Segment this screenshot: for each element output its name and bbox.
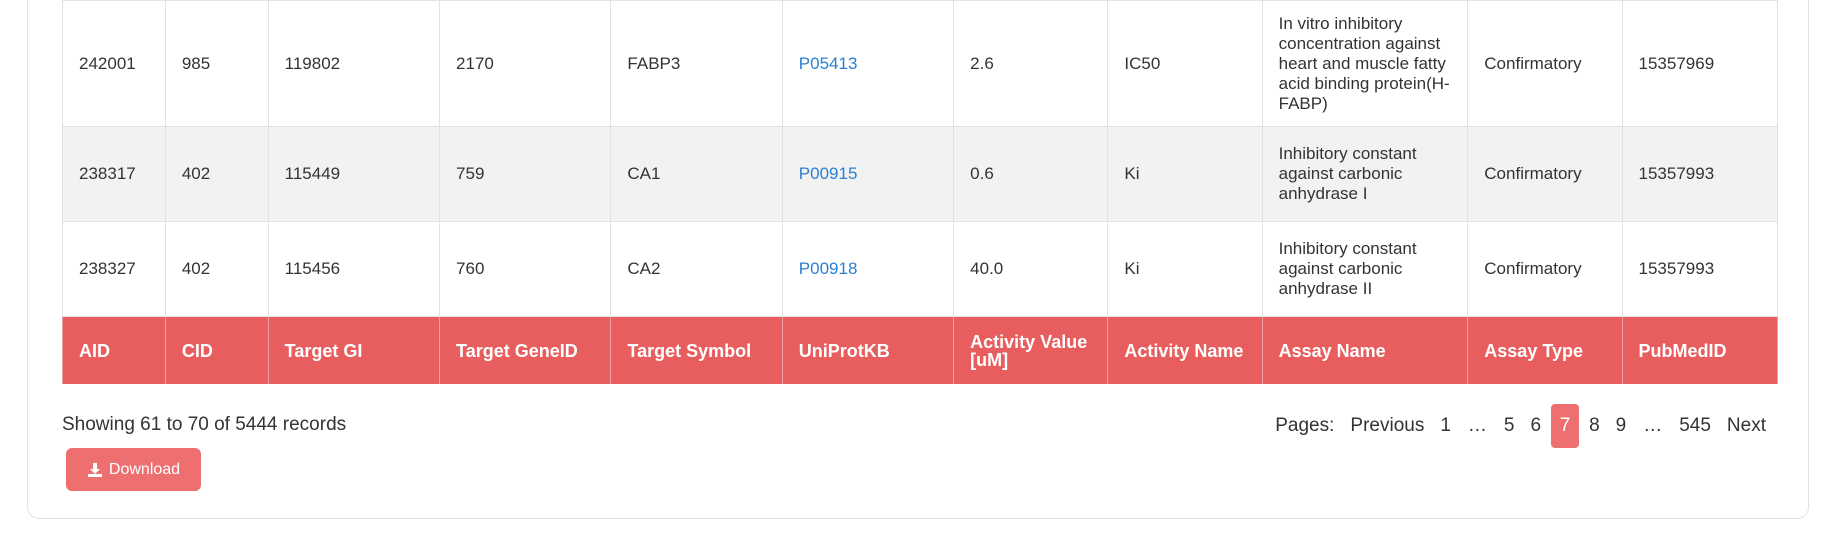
page-button[interactable]: 545 <box>1671 404 1719 448</box>
cell-assay-name: Inhibitory constant against carbonic anh… <box>1261 126 1469 222</box>
table-row: 242001 985 119802 2170 FABP3 P05413 2.6 … <box>62 0 1779 127</box>
uniprot-link[interactable]: P00918 <box>799 259 858 278</box>
cell-target-symbol: CA1 <box>610 126 783 222</box>
column-header-target-symbol[interactable]: Target Symbol <box>610 316 783 384</box>
column-header-aid[interactable]: AID <box>62 316 166 384</box>
cell-pubmed: 15357969 <box>1621 0 1779 127</box>
cell-target-geneid: 760 <box>439 221 612 317</box>
page-button[interactable]: 1 <box>1432 404 1459 448</box>
cell-uniprot: P00918 <box>781 221 955 317</box>
cell-activity-name: Ki <box>1107 221 1263 317</box>
column-header-cid[interactable]: CID <box>164 316 269 384</box>
cell-target-gi: 115449 <box>267 126 441 222</box>
cell-cid: 985 <box>164 0 269 127</box>
current-page-button[interactable]: 7 <box>1551 404 1580 448</box>
cell-target-symbol: FABP3 <box>610 0 783 127</box>
page-button[interactable]: 5 <box>1496 404 1523 448</box>
cell-assay-name: Inhibitory constant against carbonic anh… <box>1261 221 1469 317</box>
column-header-pubmed[interactable]: PubMedID <box>1621 316 1779 384</box>
page-button[interactable]: 9 <box>1608 404 1635 448</box>
next-page-button[interactable]: Next <box>1719 404 1774 448</box>
cell-assay-name: In vitro inhibitory concentration agains… <box>1261 0 1469 127</box>
column-header-uniprot[interactable]: UniProtKB <box>781 316 955 384</box>
download-button[interactable]: Download <box>66 448 201 491</box>
cell-target-gi: 119802 <box>267 0 441 127</box>
column-header-target-geneid[interactable]: Target GeneID <box>439 316 612 384</box>
cell-activity-value: 0.6 <box>953 126 1109 222</box>
records-info: Showing 61 to 70 of 5444 records <box>62 414 347 435</box>
uniprot-link[interactable]: P00915 <box>799 164 858 183</box>
cell-uniprot: P05413 <box>781 0 955 127</box>
page-button[interactable]: 6 <box>1522 404 1549 448</box>
cell-assay-type: Confirmatory <box>1467 0 1623 127</box>
previous-page-button[interactable]: Previous <box>1342 404 1432 448</box>
results-table: 242001 985 119802 2170 FABP3 P05413 2.6 … <box>62 0 1779 384</box>
cell-target-geneid: 2170 <box>439 0 612 127</box>
uniprot-link[interactable]: P05413 <box>799 54 858 73</box>
pagination-ellipsis: … <box>1643 415 1663 436</box>
cell-target-symbol: CA2 <box>610 221 783 317</box>
column-header-activity-name[interactable]: Activity Name <box>1107 316 1263 384</box>
pagination-label: Pages: <box>1275 415 1335 436</box>
download-icon <box>87 462 102 477</box>
cell-assay-type: Confirmatory <box>1467 126 1623 222</box>
column-header-assay-name[interactable]: Assay Name <box>1261 316 1469 384</box>
cell-aid: 242001 <box>62 0 166 127</box>
table-row: 238317 402 115449 759 CA1 P00915 0.6 Ki … <box>62 126 1779 222</box>
cell-pubmed: 15357993 <box>1621 221 1779 317</box>
column-header-target-gi[interactable]: Target GI <box>267 316 441 384</box>
cell-assay-type: Confirmatory <box>1467 221 1623 317</box>
cell-target-gi: 115456 <box>267 221 441 317</box>
cell-uniprot: P00915 <box>781 126 955 222</box>
column-header-activity-value[interactable]: Activity Value [uM] <box>953 316 1109 384</box>
table-footer-header: AID CID Target GI Target GeneID Target S… <box>62 316 1779 384</box>
cell-activity-value: 40.0 <box>953 221 1109 317</box>
page-button[interactable]: 8 <box>1581 404 1608 448</box>
cell-activity-value: 2.6 <box>953 0 1109 127</box>
cell-cid: 402 <box>164 221 269 317</box>
pagination: Pages: Previous 1 … 5 6 7 8 9 … 545 Next <box>1275 404 1774 448</box>
column-header-assay-type[interactable]: Assay Type <box>1467 316 1623 384</box>
table-row: 238327 402 115456 760 CA2 P00918 40.0 Ki… <box>62 221 1779 317</box>
download-label: Download <box>108 460 181 478</box>
cell-target-geneid: 759 <box>439 126 612 222</box>
cell-activity-name: Ki <box>1107 126 1263 222</box>
pagination-ellipsis: … <box>1467 415 1487 436</box>
cell-activity-name: IC50 <box>1107 0 1263 127</box>
cell-pubmed: 15357993 <box>1621 126 1779 222</box>
cell-aid: 238317 <box>62 126 166 222</box>
cell-aid: 238327 <box>62 221 166 317</box>
cell-cid: 402 <box>164 126 269 222</box>
